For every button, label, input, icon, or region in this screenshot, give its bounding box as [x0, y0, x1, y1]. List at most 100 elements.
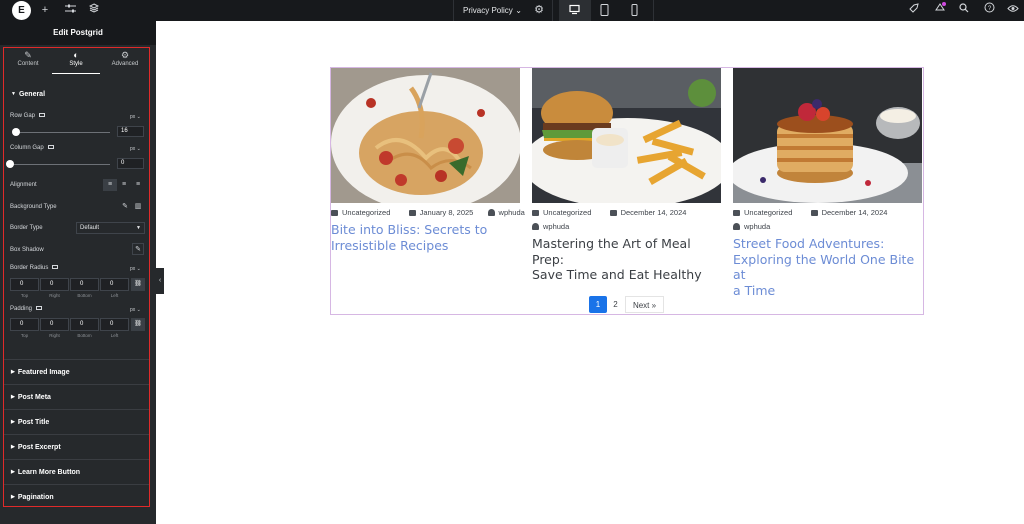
row-gap-slider[interactable]	[14, 132, 110, 133]
preview-eye-icon[interactable]	[1005, 2, 1021, 18]
brush-icon[interactable]: ✎	[118, 201, 132, 213]
section-pagination-label: Pagination	[17, 494, 54, 501]
page-1-button[interactable]: 1	[589, 296, 607, 313]
tab-style[interactable]: ◐ Style	[52, 48, 100, 74]
align-right-icon[interactable]: ≡	[131, 179, 145, 191]
desktop-icon[interactable]	[559, 0, 591, 21]
border-radius-inputs: 0 0 0 0 ⛓	[10, 278, 145, 291]
caret-down-icon: ▼	[11, 91, 16, 97]
border-type-select[interactable]: Default ▼	[76, 222, 145, 234]
border-radius-left[interactable]: 0	[100, 278, 129, 291]
padding-right[interactable]: 0	[40, 318, 69, 331]
post-title-line: Mastering the Art of Meal Prep:	[532, 236, 691, 267]
column-gap-text: Column Gap	[10, 145, 44, 151]
border-radius-unit[interactable]: px ⌄	[130, 266, 141, 272]
section-learn-more-button-label: Learn More Button	[17, 469, 81, 476]
post-author[interactable]: wphuda	[543, 222, 569, 231]
column-gap-slider[interactable]	[8, 164, 110, 165]
device-switcher	[552, 0, 654, 21]
padding-unit[interactable]: px ⌄	[130, 307, 141, 313]
post-title-link[interactable]: Street Food Adventures: Exploring the Wo…	[733, 236, 925, 298]
section-post-meta-label: Post Meta	[17, 394, 51, 401]
post-author[interactable]: wphuda	[499, 208, 525, 217]
rocket-icon[interactable]	[906, 2, 922, 18]
post-meta: Uncategorized December 14, 2024	[733, 208, 887, 217]
mobile-icon[interactable]	[619, 0, 651, 21]
featured-image-pasta[interactable]	[331, 68, 520, 203]
link-values-icon[interactable]: ⛓	[131, 278, 145, 291]
dim-label-left: Left	[110, 333, 119, 338]
padding-bottom[interactable]: 0	[70, 318, 99, 331]
background-type-label: Background Type	[10, 204, 57, 210]
next-page-button[interactable]: Next »	[625, 296, 664, 313]
page-settings-gear-icon[interactable]: ⚙	[531, 2, 547, 18]
column-gap-input[interactable]: 0	[117, 158, 144, 169]
page-selector[interactable]: Privacy Policy ⌄	[453, 0, 528, 21]
row-gap-label: Row Gap	[10, 113, 46, 119]
post-author[interactable]: wphuda	[744, 222, 770, 231]
section-post-title-label: Post Title	[17, 419, 50, 426]
user-icon	[532, 223, 539, 230]
pencil-icon: ✎	[24, 50, 32, 60]
post-title[interactable]: Mastering the Art of Meal Prep: Save Tim…	[532, 236, 724, 283]
align-center-icon[interactable]: ≡	[117, 179, 131, 191]
border-radius-label: Border Radius	[10, 265, 59, 271]
post-title-link[interactable]: Bite into Bliss: Secrets to Irresistible…	[331, 222, 523, 253]
border-radius-right[interactable]: 0	[40, 278, 69, 291]
box-shadow-label: Box Shadow	[10, 247, 44, 253]
elementor-logo-icon[interactable]: E	[12, 1, 31, 20]
dim-label-left: Left	[110, 293, 119, 298]
padding-top[interactable]: 0	[10, 318, 39, 331]
box-shadow-edit-pencil-icon[interactable]: ✎	[132, 243, 144, 255]
tab-advanced[interactable]: ⚙ Advanced	[101, 48, 149, 74]
alignment-label: Alignment	[10, 182, 37, 188]
gradient-icon[interactable]: ▥	[131, 201, 145, 213]
notifications-icon[interactable]	[932, 2, 948, 18]
align-left-icon[interactable]: ≡	[103, 179, 117, 191]
link-values-icon[interactable]: ⛓	[131, 318, 145, 331]
tab-content[interactable]: ✎ Content	[4, 48, 52, 74]
page-2-button[interactable]: 2	[607, 296, 624, 313]
section-pagination[interactable]: ▶ Pagination	[4, 484, 149, 509]
user-icon	[733, 223, 740, 230]
section-post-meta[interactable]: ▶ Post Meta	[4, 384, 149, 409]
post-meta-author: wphuda	[733, 222, 770, 231]
row-gap-unit[interactable]: px ⌄	[130, 114, 141, 120]
border-radius-bottom[interactable]: 0	[70, 278, 99, 291]
row-gap-slider-handle[interactable]	[12, 128, 20, 136]
row-gap-input[interactable]: 16	[117, 126, 144, 137]
post-category[interactable]: Uncategorized	[342, 208, 390, 217]
layers-icon[interactable]	[86, 2, 102, 18]
tab-style-label: Style	[69, 61, 83, 67]
gear-icon: ⚙	[120, 50, 130, 60]
padding-dim-labels: Top Right Bottom Left	[10, 333, 130, 339]
add-element-icon[interactable]: +	[37, 2, 53, 18]
padding-unit-text: px	[130, 307, 136, 313]
collapse-panel-chevron-icon[interactable]: ‹	[156, 268, 164, 294]
calendar-icon	[810, 210, 818, 216]
section-featured-image[interactable]: ▶ Featured Image	[4, 359, 149, 384]
column-gap-slider-handle[interactable]	[6, 160, 14, 168]
padding-left[interactable]: 0	[100, 318, 129, 331]
post-title-line: Save Time and Eat Healthy	[532, 267, 702, 282]
post-category[interactable]: Uncategorized	[744, 208, 792, 217]
search-icon[interactable]	[956, 2, 972, 18]
tab-content-label: Content	[17, 61, 39, 67]
featured-image-burger[interactable]	[532, 68, 721, 203]
settings-sliders-icon[interactable]	[62, 2, 78, 18]
post-category[interactable]: Uncategorized	[543, 208, 591, 217]
section-general[interactable]: ▼ General	[11, 91, 45, 98]
caret-right-icon: ▶	[11, 369, 15, 375]
border-radius-top[interactable]: 0	[10, 278, 39, 291]
tablet-icon[interactable]	[589, 0, 621, 21]
section-post-title[interactable]: ▶ Post Title	[4, 409, 149, 434]
section-post-excerpt[interactable]: ▶ Post Excerpt	[4, 434, 149, 459]
border-radius-unit-text: px	[130, 266, 136, 272]
post-title-line: Irresistible Recipes	[331, 237, 449, 253]
border-type-value: Default	[80, 225, 100, 231]
help-icon[interactable]: ?	[981, 2, 997, 18]
post-title-line: Bite into Bliss: Secrets to	[331, 222, 488, 237]
column-gap-unit[interactable]: px ⌄	[130, 146, 141, 152]
section-learn-more-button[interactable]: ▶ Learn More Button	[4, 459, 149, 484]
featured-image-pancakes[interactable]	[733, 68, 922, 203]
